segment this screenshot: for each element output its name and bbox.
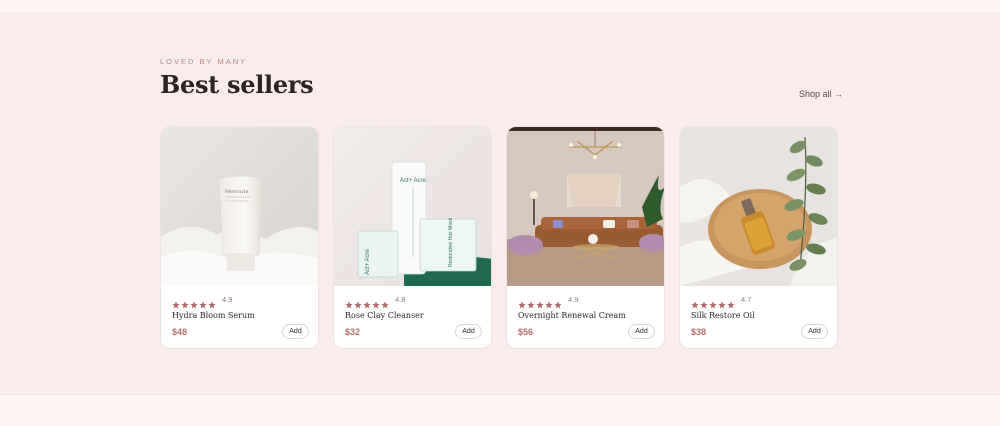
svg-text:Restorative Hair Mask: Restorative Hair Mask	[448, 217, 454, 267]
star-icon	[181, 296, 189, 308]
rating-stars: 4.9	[172, 295, 233, 308]
product-card[interactable]: Act+ Acre Act+ Acre Restorative Hair Mas…	[333, 126, 492, 349]
product-name[interactable]: Silk Restore Oil	[691, 311, 755, 320]
star-icon	[345, 296, 353, 308]
star-icon	[727, 296, 735, 308]
serum-tube-image[interactable]: Mercurie	[161, 127, 318, 286]
section-title: Best sellers	[160, 70, 314, 99]
rating-value: 4.8	[395, 295, 406, 304]
star-icon	[554, 296, 562, 308]
rating-value: 4.9	[222, 295, 233, 304]
product-price: $48	[172, 327, 188, 337]
product-price: $38	[691, 327, 707, 337]
cleanser-tube-image[interactable]: Act+ Acre Act+ Acre Restorative Hair Mas…	[334, 127, 491, 286]
star-icon	[208, 296, 216, 308]
rating-value: 4.9	[568, 295, 579, 304]
living-room-image[interactable]	[507, 127, 664, 286]
star-icon	[381, 296, 389, 308]
shop-all-link[interactable]: Shop all →	[799, 89, 843, 99]
product-name[interactable]: Rose Clay Cleanser	[345, 311, 424, 320]
product-card[interactable]: 4.9 Overnight Renewal Cream $56 Add	[506, 126, 665, 349]
svg-text:Act+ Acre: Act+ Acre	[365, 248, 371, 275]
bottom-band	[0, 394, 1000, 426]
svg-text:Mercurie: Mercurie	[225, 189, 248, 195]
star-icon	[709, 296, 717, 308]
product-card[interactable]: 4.7 Silk Restore Oil $38 Add	[679, 126, 838, 349]
star-icon	[700, 296, 708, 308]
add-to-cart-button[interactable]: Add	[628, 324, 655, 339]
best-sellers-section	[0, 12, 1000, 394]
svg-text:Act+ Acre: Act+ Acre	[400, 178, 427, 184]
section-eyebrow: LOVED BY MANY	[160, 57, 248, 66]
star-icon	[518, 296, 526, 308]
star-icon	[527, 296, 535, 308]
rating-stars: 4.8	[345, 295, 406, 308]
oil-dropper-image[interactable]	[680, 127, 837, 286]
add-to-cart-button[interactable]: Add	[282, 324, 309, 339]
rating-stars: 4.7	[691, 295, 752, 308]
product-price: $56	[518, 327, 534, 337]
star-icon	[372, 296, 380, 308]
product-name[interactable]: Hydra Bloom Serum	[172, 311, 255, 320]
star-icon	[718, 296, 726, 308]
star-icon	[354, 296, 362, 308]
star-icon	[363, 296, 371, 308]
star-icon	[545, 296, 553, 308]
rating-value: 4.7	[741, 295, 752, 304]
top-band	[0, 0, 1000, 12]
product-price: $32	[345, 327, 361, 337]
product-card[interactable]: Mercurie 4.9 Hydra Bloom Serum $48 Add	[160, 126, 319, 349]
star-icon	[199, 296, 207, 308]
star-icon	[190, 296, 198, 308]
star-icon	[172, 296, 180, 308]
product-name[interactable]: Overnight Renewal Cream	[518, 311, 626, 320]
star-icon	[536, 296, 544, 308]
add-to-cart-button[interactable]: Add	[455, 324, 482, 339]
star-icon	[691, 296, 699, 308]
add-to-cart-button[interactable]: Add	[801, 324, 828, 339]
rating-stars: 4.9	[518, 295, 579, 308]
